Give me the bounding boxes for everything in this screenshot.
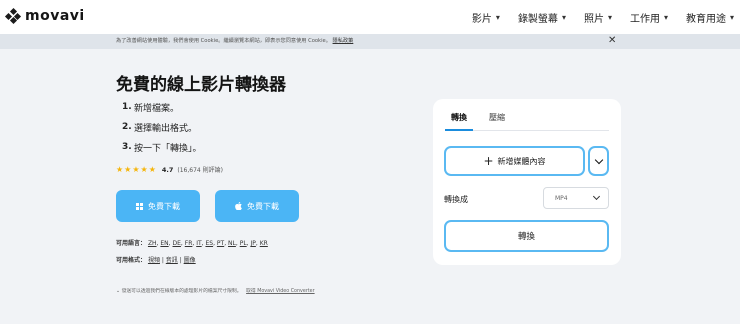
close-icon[interactable]: ✕ xyxy=(608,35,616,47)
step-number: 2. xyxy=(122,122,132,132)
language-link[interactable]: JP xyxy=(251,240,256,247)
rating-score: 4.7 xyxy=(161,165,174,174)
nav-label: 影片 xyxy=(471,13,492,25)
windows-icon xyxy=(136,202,143,210)
language-link[interactable]: ZH xyxy=(148,240,157,247)
chevron-down-icon: ⌄ xyxy=(116,289,121,294)
download-label: 免費下載 xyxy=(247,201,279,211)
language-link[interactable]: EN xyxy=(160,240,168,247)
logo-text: movavi xyxy=(25,8,85,24)
cookie-message: 為了改善網站使用體驗，我們會使用 Cookie。繼續瀏覽本網站，即表示您同意使用… xyxy=(116,38,331,44)
privacy-policy-link[interactable]: 隱私政策 xyxy=(333,38,354,44)
nav-label: 教育用途 xyxy=(685,13,726,25)
add-media-dropdown-button[interactable] xyxy=(588,146,609,176)
main-nav: 影片 ▾ 錄製螢幕 ▾ 照片 ▾ 工作用 ▾ 教育用途 ▾ xyxy=(454,0,734,34)
apple-icon xyxy=(235,202,242,210)
desktop-app-link[interactable]: 取得 Movavi Video Converter xyxy=(246,289,315,294)
nav-label: 工作用 xyxy=(629,13,660,25)
step-number: 3. xyxy=(122,142,132,152)
nav-label: 錄製螢幕 xyxy=(517,13,558,25)
convert-button[interactable]: 轉換 xyxy=(444,220,609,252)
step-text: 按一下「轉換」。 xyxy=(134,143,202,154)
list-item: 3. 按一下「轉換」。 xyxy=(122,137,202,157)
add-media-button[interactable]: + 新增媒體內容 xyxy=(444,146,585,176)
language-link[interactable]: DE xyxy=(173,240,181,247)
review-count: (16,674 則評論) xyxy=(177,167,223,174)
converter-card: 轉換 壓縮 + 新增媒體內容 轉換成 MP4 轉換 xyxy=(433,99,621,265)
language-link[interactable]: PL xyxy=(240,240,247,247)
tab-compress[interactable]: 壓縮 xyxy=(489,112,505,123)
format-link[interactable]: 音訊 xyxy=(166,257,178,264)
chevron-down-icon: ▾ xyxy=(663,12,668,22)
format-link[interactable]: 視頻 xyxy=(148,257,160,264)
footnote: ⌄ 發送可以透過我們在線版本的處理影片的檔案尺寸限制。 取得 Movavi Vi… xyxy=(116,287,315,294)
download-mac-button[interactable]: 免費下載 xyxy=(215,190,299,222)
chevron-down-icon xyxy=(594,155,603,164)
output-format-select[interactable]: MP4 xyxy=(543,187,609,209)
cookie-text: 為了改善網站使用體驗，我們會使用 Cookie。繼續瀏覽本網站，即表示您同意使用… xyxy=(116,37,353,44)
list-item: 1. 新增檔案。 xyxy=(122,97,202,117)
movavi-logo[interactable]: movavi xyxy=(4,7,85,25)
footnote-text: 發送可以透過我們在線版本的處理影片的檔案尺寸限制。 xyxy=(121,289,242,294)
download-windows-button[interactable]: 免費下載 xyxy=(116,190,200,222)
chevron-down-icon xyxy=(592,192,601,201)
chevron-down-icon: ▾ xyxy=(495,12,500,22)
rating: ★★★★★ 4.7 (16,674 則評論) xyxy=(116,165,223,174)
chevron-down-icon: ▾ xyxy=(729,12,734,22)
plus-icon: + xyxy=(483,154,494,168)
list-item: 2. 選擇輸出格式。 xyxy=(122,117,202,137)
languages-row: 可用語言： ZH, EN, DE, FR, IT, ES, PT, NL, PL… xyxy=(116,240,268,247)
nav-item-business[interactable]: 工作用 ▾ xyxy=(630,10,668,25)
language-link[interactable]: ES xyxy=(205,240,213,247)
nav-item-screen-record[interactable]: 錄製螢幕 ▾ xyxy=(518,10,566,25)
nav-label: 照片 xyxy=(583,13,604,25)
download-label: 免費下載 xyxy=(148,201,180,211)
chevron-down-icon: ▾ xyxy=(561,12,566,22)
step-text: 選擇輸出格式。 xyxy=(134,123,198,134)
active-tab-indicator xyxy=(445,129,473,131)
language-link[interactable]: IT xyxy=(196,240,201,247)
language-link[interactable]: NL xyxy=(228,240,236,247)
tab-convert[interactable]: 轉換 xyxy=(451,112,467,123)
site-header: movavi 影片 ▾ 錄製螢幕 ▾ 照片 ▾ 工作用 ▾ 教育用途 ▾ xyxy=(0,0,740,34)
step-number: 1. xyxy=(122,102,132,112)
format-link[interactable]: 圖像 xyxy=(184,257,196,264)
formats-row: 可用格式： 視頻 | 音訊 | 圖像 xyxy=(116,257,196,264)
step-text: 新增檔案。 xyxy=(134,103,180,114)
nav-item-video[interactable]: 影片 ▾ xyxy=(472,10,500,25)
language-link[interactable]: FR xyxy=(185,240,193,247)
star-icons: ★★★★★ xyxy=(116,165,157,174)
language-link[interactable]: KR xyxy=(260,240,268,247)
languages-label: 可用語言： xyxy=(116,240,147,247)
language-link[interactable]: PT xyxy=(217,240,224,247)
selected-format: MP4 xyxy=(555,194,568,202)
cookie-banner: 為了改善網站使用體驗，我們會使用 Cookie。繼續瀏覽本網站，即表示您同意使用… xyxy=(0,34,740,49)
page-title: 免費的線上影片轉換器 xyxy=(116,75,286,95)
chevron-down-icon: ▾ xyxy=(607,12,612,22)
nav-item-photo[interactable]: 照片 ▾ xyxy=(584,10,612,25)
formats-label: 可用格式： xyxy=(116,257,147,264)
logo-mark-icon xyxy=(4,7,22,25)
add-media-label: 新增媒體內容 xyxy=(497,156,546,166)
nav-item-education[interactable]: 教育用途 ▾ xyxy=(686,10,734,25)
convert-to-label: 轉換成 xyxy=(444,195,468,204)
steps-list: 1. 新增檔案。 2. 選擇輸出格式。 3. 按一下「轉換」。 xyxy=(122,97,202,157)
